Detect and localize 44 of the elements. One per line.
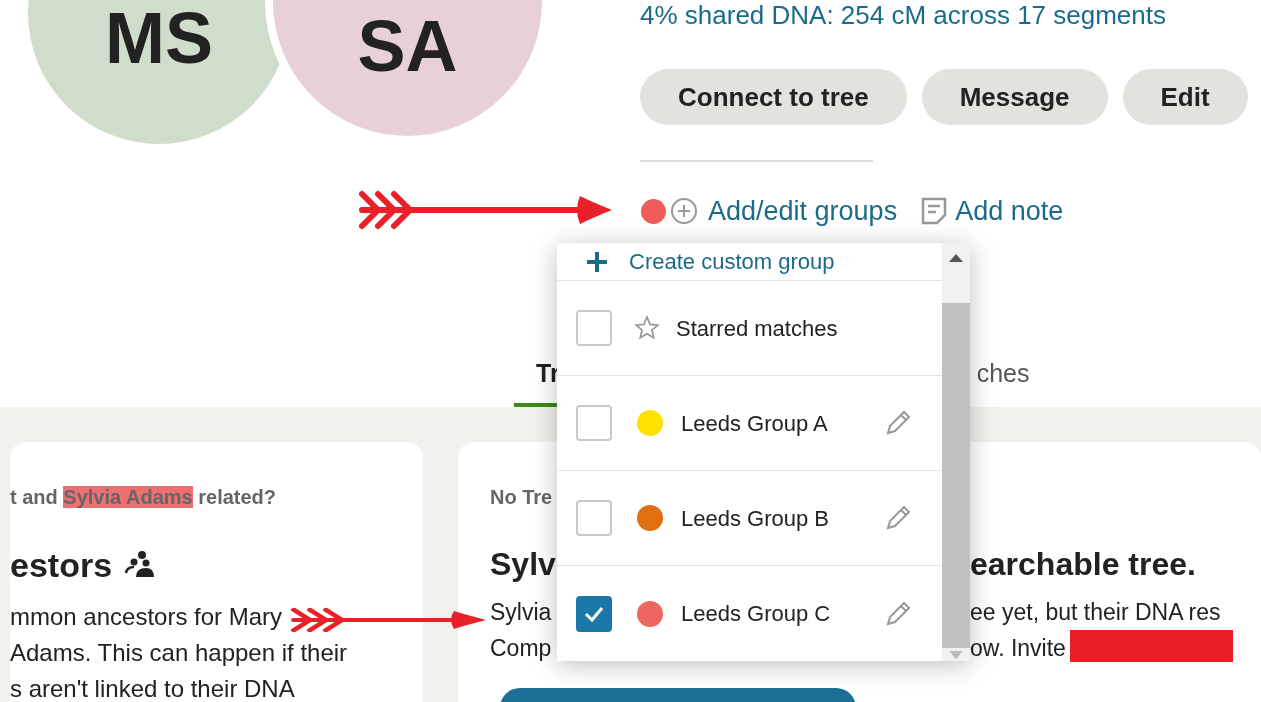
star-icon: [634, 315, 660, 341]
group-label: Leeds Group B: [681, 504, 829, 533]
create-group-item[interactable]: Create custom group: [629, 245, 835, 278]
scroll-up-icon[interactable]: [949, 253, 963, 263]
card-body-text: Comp: [490, 634, 552, 661]
card-body-text: mmon ancestors for Mary: [10, 601, 283, 632]
avatar-initials: SA: [357, 10, 458, 82]
card-body-text: Sylvia: [490, 598, 552, 625]
tab[interactable]: ches: [972, 355, 1034, 407]
question-text: t and Sylvia Adams related?: [10, 484, 278, 510]
avatar-initials: MS: [105, 2, 213, 74]
group-menu-item[interactable]: Starred matches: [557, 281, 942, 376]
checkbox[interactable]: [576, 405, 612, 441]
pencil-icon[interactable]: [884, 599, 912, 628]
add-note-link[interactable]: Add note: [955, 190, 1064, 232]
pencil-icon[interactable]: [884, 409, 912, 437]
shared-dna-text: 4% shared DNA: 254 cM across 17 segments: [640, 0, 1168, 30]
group-label: Leeds Group C: [681, 600, 831, 628]
card-label: No Tre: [490, 484, 554, 510]
pencil-icon[interactable]: [884, 504, 912, 532]
checkbox[interactable]: [576, 595, 612, 632]
card-body-text: Adams. This can happen if their: [10, 637, 348, 668]
plus-icon: [585, 249, 609, 274]
group-menu-item[interactable]: Leeds Group B: [557, 471, 942, 566]
action-button[interactable]: Edit: [1122, 69, 1248, 125]
group-menu-item[interactable]: Leeds Group A: [557, 376, 942, 471]
note-icon: [921, 197, 948, 225]
card-heading: estors: [10, 544, 113, 586]
card-heading: earchable tree.: [970, 545, 1196, 582]
add-icon: [670, 197, 698, 225]
checkbox[interactable]: [576, 500, 612, 536]
add-groups-link[interactable]: Add/edit groups: [708, 190, 898, 232]
card-body-text: ow. Invite: [970, 634, 1066, 661]
action-button[interactable]: Message: [921, 69, 1108, 125]
group-label: Leeds Group A: [681, 409, 828, 438]
card-body-text: s aren't linked to their DNA: [10, 673, 295, 702]
scroll-down-icon[interactable]: [949, 650, 963, 660]
group-menu-item[interactable]: Leeds Group C: [557, 566, 942, 661]
card-body-text: ee yet, but their DNA res: [970, 598, 1221, 625]
action-button[interactable]: Connect to tree: [640, 69, 907, 125]
scrollbar[interactable]: [942, 243, 970, 661]
checkbox[interactable]: [576, 310, 612, 346]
group-label: Starred matches: [676, 314, 838, 343]
card-heading: Sylv: [490, 545, 556, 582]
